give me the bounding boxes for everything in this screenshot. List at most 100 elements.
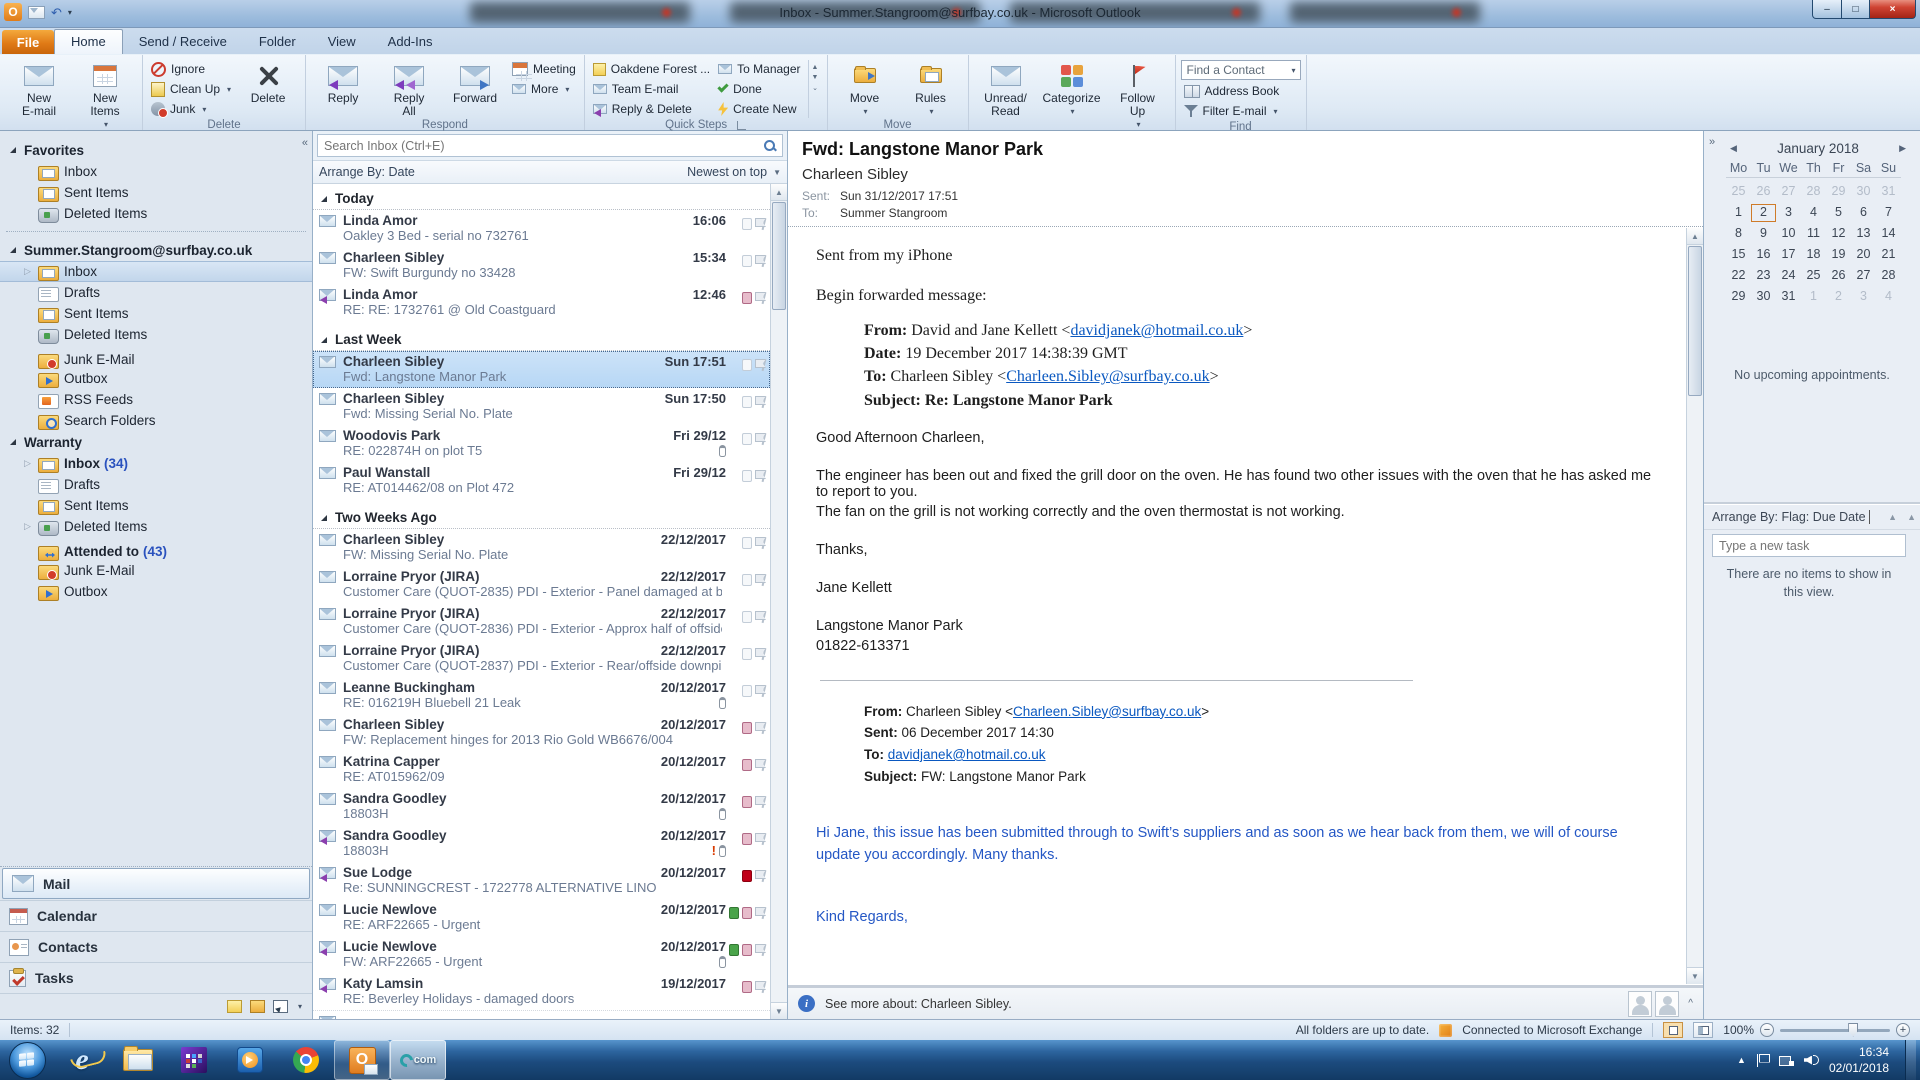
find-a-contact-input[interactable]: Find a Contact▾ [1181,60,1301,80]
calendar-day[interactable]: 7 [1876,204,1901,222]
calendar-day[interactable]: 26 [1826,267,1851,285]
message-group-header-two-weeks-ago[interactable]: Two Weeks Ago [313,499,770,529]
folder-attended-to[interactable]: Attended to(43) [0,542,312,560]
scroll-up-icon[interactable]: ▲ [771,184,787,201]
category-placeholder-icon[interactable] [742,255,752,267]
avatar[interactable] [1655,991,1679,1017]
reading-view-button[interactable] [1693,1022,1713,1038]
scroll-down-icon[interactable]: ▼ [812,74,819,81]
folder-deleted-items[interactable]: Deleted Items [0,324,312,345]
connection-status[interactable]: Connected to Microsoft Exchange [1462,1023,1642,1037]
scroll-up-icon[interactable]: ▲ [812,64,819,71]
ignore-button[interactable]: Ignore [148,60,234,78]
message-row[interactable]: Paul WanstallFri 29/12RE: AT014462/08 on… [313,462,770,499]
calendar-day[interactable]: 31 [1776,288,1801,306]
quick-step-to-manager[interactable]: To Manager [715,60,803,78]
message-row[interactable]: Sandra Goodley20/12/201718803H! [313,825,770,862]
module-button-contacts[interactable]: Contacts [0,931,312,962]
taskbar-outlook[interactable]: O [334,1040,390,1080]
quick-step-create-new[interactable]: Create New [715,100,803,118]
task-arrange-label[interactable]: Arrange By: Flag: Due Date [1712,510,1866,524]
taskbar-app-grid[interactable] [166,1040,222,1080]
meeting-button[interactable]: Meeting [509,60,579,78]
module-button-tasks[interactable]: Tasks [0,962,312,993]
zoom-out-button[interactable]: − [1760,1023,1774,1037]
calendar-day[interactable]: 10 [1776,225,1801,243]
zoom-in-button[interactable]: + [1896,1023,1910,1037]
follow-up-flag-icon[interactable] [755,684,768,698]
calendar-day[interactable]: 1 [1726,204,1751,222]
calendar-day[interactable]: 11 [1801,225,1826,243]
taskbar-com-app[interactable]: com [390,1040,446,1080]
category-placeholder-icon[interactable] [742,433,752,445]
message-row[interactable]: Linda Amor16:06Oakley 3 Bed - serial no … [313,210,770,247]
search-box[interactable] [317,134,783,157]
tab-file[interactable]: File [2,30,54,54]
calendar-day[interactable]: 23 [1751,267,1776,285]
calendar-day[interactable]: 29 [1726,288,1751,306]
category-green-icon[interactable] [729,944,739,956]
tab-send-receive[interactable]: Send / Receive [123,30,243,54]
scroll-up-icon[interactable]: ▲ [1687,228,1703,245]
delete-button[interactable]: Delete [236,57,300,105]
taskbar-chrome[interactable] [278,1040,334,1080]
taskbar-internet-explorer[interactable]: e [54,1040,110,1080]
folder-sent-items[interactable]: Sent Items [0,495,312,516]
follow-up-flag-icon[interactable] [755,254,768,268]
folder-drafts[interactable]: Drafts [0,474,312,495]
folder-inbox[interactable]: Inbox [0,161,312,182]
people-pane[interactable]: i See more about: Charleen Sibley. ^ [788,985,1703,1019]
calendar-day[interactable]: 22 [1726,267,1751,285]
action-center-flag-icon[interactable] [1756,1054,1769,1067]
folder-list-icon[interactable] [250,1000,265,1013]
category-pink-icon[interactable] [742,759,752,771]
message-row[interactable]: Charleen SibleySun 17:51Fwd: Langstone M… [313,351,770,388]
calendar-day[interactable]: 29 [1826,183,1851,201]
tree-section-warranty[interactable]: Warranty [0,431,312,453]
calendar-day[interactable]: 28 [1876,267,1901,285]
calendar-day[interactable]: 4 [1876,288,1901,306]
shortcuts-icon[interactable] [273,1000,288,1013]
category-pink-icon[interactable] [742,981,752,993]
email-link[interactable]: davidjanek@hotmail.co.uk [888,747,1046,762]
follow-up-flag-icon[interactable] [755,758,768,772]
category-pink-icon[interactable] [742,944,752,956]
minimize-button[interactable]: – [1812,0,1842,19]
list-header[interactable]: Arrange By: Date Newest on top ▼ [313,161,787,184]
show-desktop-button[interactable] [1905,1040,1916,1080]
quick-step-done[interactable]: Done [715,80,803,98]
folder-outbox[interactable]: Outbox [0,368,312,389]
calendar-day[interactable]: 3 [1851,288,1876,306]
reading-pane-scrollbar[interactable]: ▲ ▼ [1686,228,1703,984]
category-pink-icon[interactable] [742,722,752,734]
category-pink-icon[interactable] [742,833,752,845]
message-row[interactable]: Charleen SibleySun 17:50Fwd: Missing Ser… [313,388,770,425]
follow-up-flag-icon[interactable] [755,980,768,994]
follow-up-flag-icon[interactable] [755,432,768,446]
message-group-header-today[interactable]: Today [313,184,770,210]
taskbar-windows-explorer[interactable] [110,1040,166,1080]
search-icon[interactable] [764,140,776,152]
quick-steps-scroll-rail[interactable]: ▲ ▼ ⌄ [808,60,822,118]
task-scroll-up-icon[interactable]: ▲ [1907,512,1916,522]
follow-up-flag-icon[interactable] [755,795,768,809]
folder-deleted-items[interactable]: Deleted Items [0,203,312,224]
show-hidden-icons-icon[interactable]: ▲ [1737,1055,1746,1065]
rules-button[interactable]: Rules▾ [899,57,963,118]
message-group-header-last-week[interactable]: Last Week [313,321,770,351]
message-row[interactable]: Charleen Sibley20/12/2017FW: Replacement… [313,714,770,751]
calendar-day[interactable]: 26 [1751,183,1776,201]
folder-search-folders[interactable]: Search Folders [0,410,312,431]
tree-section-summer-stangroom-surfbay-co-uk[interactable]: Summer.Stangroom@surfbay.co.uk [0,239,312,261]
clean-up-button[interactable]: Clean Up▾ [148,80,234,98]
notes-icon[interactable] [227,1000,242,1013]
tab-add-ins[interactable]: Add-Ins [372,30,449,54]
module-button-calendar[interactable]: Calendar [0,900,312,931]
address-book-button[interactable]: Address Book [1181,82,1301,100]
reply-all-button[interactable]: Reply All [377,57,441,118]
folder-sent-items[interactable]: Sent Items [0,303,312,324]
calendar-day[interactable]: 9 [1751,225,1776,243]
message-list-scrollbar[interactable]: ▲ ▼ [770,184,787,1019]
collapse-navigation-pane-icon[interactable]: « [302,137,308,149]
follow-up-flag-icon[interactable] [755,610,768,624]
